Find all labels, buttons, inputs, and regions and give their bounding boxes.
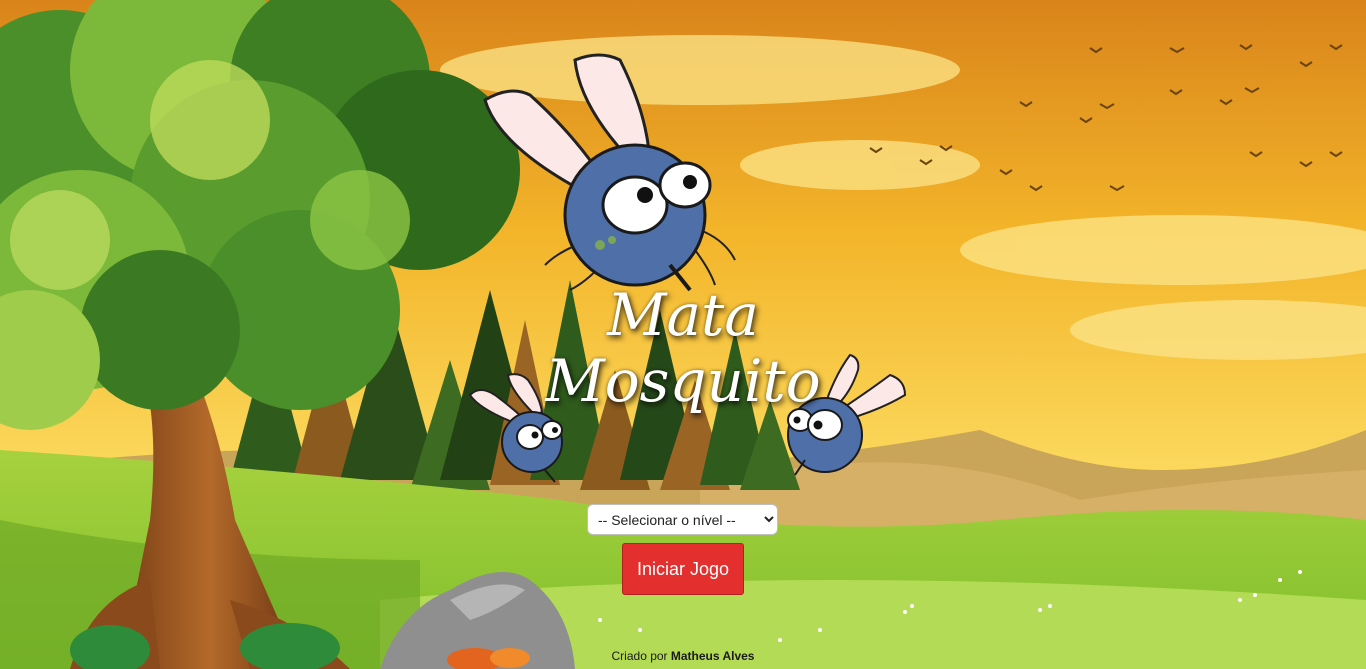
- game-title: Mata Mosquito: [483, 282, 883, 414]
- level-select[interactable]: -- Selecionar o nível --: [587, 504, 778, 535]
- game-title-line2: Mosquito: [545, 347, 821, 415]
- footer-credit: Criado por Matheus Alves: [0, 649, 1366, 663]
- footer-credit-prefix: Criado por: [611, 649, 668, 663]
- footer-credit-author: Matheus Alves: [670, 649, 755, 663]
- game-title-line1: Mata: [607, 281, 759, 349]
- start-game-button[interactable]: Iniciar Jogo: [622, 543, 744, 595]
